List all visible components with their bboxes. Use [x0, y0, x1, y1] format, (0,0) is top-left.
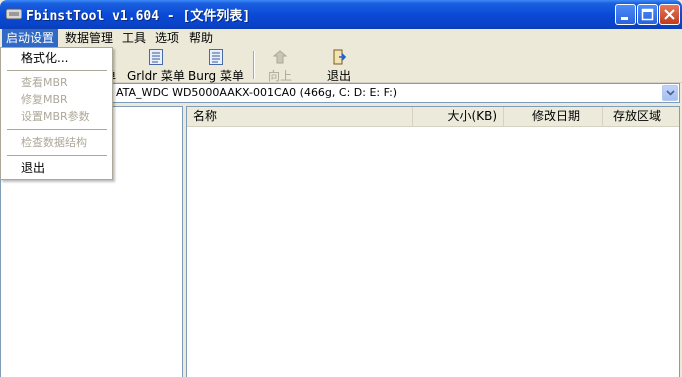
- exit-button[interactable]: 退出: [327, 49, 351, 84]
- menu-start-settings[interactable]: 启动设置: [2, 29, 59, 47]
- menu-separator: [7, 155, 107, 156]
- grldr-menu-button[interactable]: Grldr 菜单: [127, 49, 185, 84]
- window-title: FbinstTool v1.604 - [文件列表]: [26, 9, 251, 24]
- grldr-menu-label: Grldr 菜单: [127, 69, 185, 83]
- burg-menu-button[interactable]: Burg 菜单: [188, 49, 244, 84]
- disk-dropdown-button[interactable]: [662, 85, 678, 101]
- exit-door-icon: [333, 49, 347, 65]
- menu-item-set-mbr-params[interactable]: 设置MBR参数: [2, 108, 111, 126]
- menu-item-format[interactable]: 格式化...: [2, 49, 111, 67]
- menu-item-repair-mbr[interactable]: 修复MBR: [2, 91, 111, 109]
- menu-list-icon: [209, 49, 223, 65]
- column-name[interactable]: 名称: [187, 107, 413, 126]
- menu-bar: 启动设置 数据管理 工具 选项 帮助: [0, 29, 682, 47]
- title-bar[interactable]: FbinstTool v1.604 - [文件列表]: [0, 0, 682, 29]
- close-icon: [664, 9, 675, 20]
- menu-data-management[interactable]: 数据管理: [61, 29, 117, 47]
- column-size[interactable]: 大小(KB): [413, 107, 504, 126]
- file-list-header: 名称 大小(KB) 修改日期 存放区域: [187, 107, 679, 127]
- up-label: 向上: [268, 69, 293, 83]
- disk-selected-value: ATA_WDC WD5000AAKX-001CA0 (466g, C: D: E…: [116, 86, 398, 99]
- app-icon: [6, 8, 22, 20]
- menu-list-icon: [148, 49, 163, 65]
- chevron-down-icon: [666, 90, 675, 96]
- file-list[interactable]: 名称 大小(KB) 修改日期 存放区域: [186, 106, 680, 377]
- toolbar-separator: [253, 51, 255, 79]
- column-storage-area[interactable]: 存放区域: [603, 107, 679, 126]
- menu-tools[interactable]: 工具: [118, 29, 150, 47]
- maximize-button[interactable]: [637, 4, 658, 25]
- maximize-icon: [641, 8, 654, 21]
- column-modified-date[interactable]: 修改日期: [504, 107, 603, 126]
- exit-label: 退出: [327, 69, 352, 83]
- menu-help[interactable]: 帮助: [185, 29, 217, 47]
- menu-separator: [7, 70, 107, 71]
- up-button[interactable]: 向上: [268, 49, 292, 84]
- menu-item-view-mbr[interactable]: 查看MBR: [2, 74, 111, 92]
- minimize-button[interactable]: [615, 4, 636, 25]
- start-settings-dropdown: 格式化... 查看MBR 修复MBR 设置MBR参数 检查数据结构 退出: [0, 47, 113, 180]
- minimize-icon: [621, 17, 628, 20]
- menu-options[interactable]: 选项: [151, 29, 183, 47]
- menu-separator: [7, 129, 107, 130]
- up-folder-icon: [272, 50, 288, 64]
- burg-menu-label: Burg 菜单: [188, 69, 244, 83]
- menu-item-check-structure[interactable]: 检查数据结构: [2, 134, 111, 152]
- close-button[interactable]: [659, 4, 680, 25]
- menu-item-exit[interactable]: 退出: [2, 159, 111, 177]
